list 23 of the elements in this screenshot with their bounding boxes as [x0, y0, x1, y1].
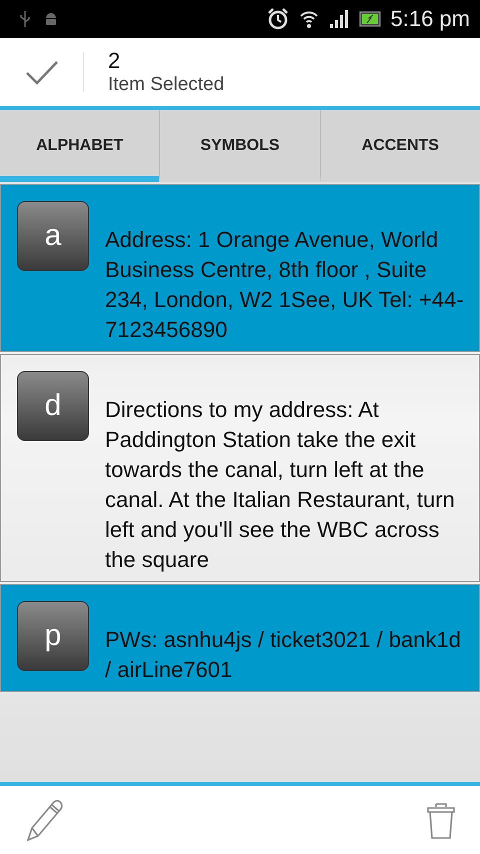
alarm-icon — [266, 8, 288, 30]
letter-tile: a — [17, 201, 89, 271]
note-card[interactable]: p PWs: asnhu4js / ticket3021 / bank1d / airLine7601 — [0, 584, 480, 692]
note-card[interactable]: d Directions to my address: At Paddington Station take the exit towards the canal, turn left at the canal. At the Italian Restaurant, turn left and you'll see the WBC across the square — [0, 354, 480, 582]
robot-icon — [44, 12, 58, 26]
clock-time: 5:16 pm — [390, 6, 470, 32]
note-text: PWs: asnhu4js / ticket3021 / bank1d / airLine7601 — [105, 626, 462, 684]
trash-icon — [426, 800, 456, 840]
pencil-icon — [24, 798, 64, 842]
note-text: Address: 1 Orange Avenue, World Business Centre, 8th floor , Suite 234, London, W2 1See, UK Tel: +44-7123456890 — [105, 226, 465, 344]
letter-tile: p — [17, 601, 89, 671]
selected-count: 2 — [108, 48, 122, 74]
wifi-icon — [298, 9, 318, 29]
action-subtitle: Item Selected — [108, 74, 224, 96]
delete-button[interactable] — [426, 800, 456, 840]
note-text: Directions to my address: At Paddington Station take the exit towards the canal, turn left at the canal. At the Italian Restaurant, turn left and you'll see the WBC across the square — [105, 396, 456, 574]
check-icon — [24, 59, 58, 85]
usb-icon — [20, 11, 30, 27]
signal-icon — [328, 10, 348, 28]
battery-icon — [358, 11, 380, 27]
note-card[interactable]: a Address: 1 Orange Avenue, World Business Centre, 8th floor , Suite 234, London, W2 1See, UK Tel: +44-7123456890 — [0, 184, 480, 352]
edit-button[interactable] — [24, 798, 64, 842]
letter-tile: d — [17, 371, 89, 441]
